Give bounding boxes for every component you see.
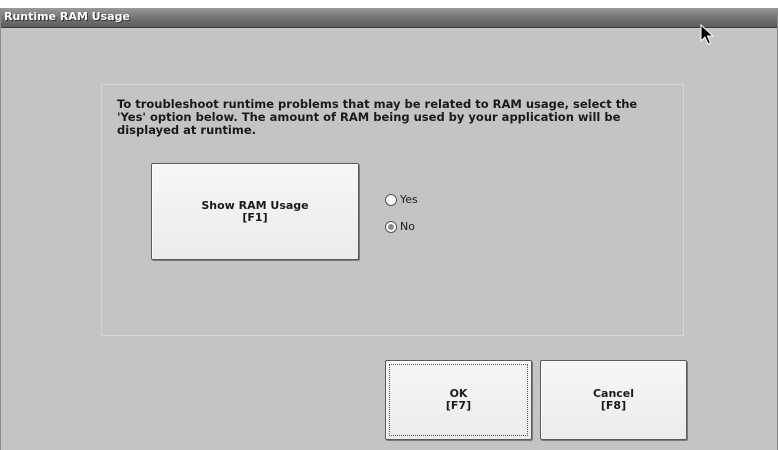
show-ram-usage-button[interactable]: Show RAM Usage [F1]	[151, 163, 359, 260]
radio-no-label: No	[400, 220, 415, 233]
title-bar: Runtime RAM Usage	[1, 8, 777, 28]
description-text: To troubleshoot runtime problems that ma…	[117, 97, 638, 137]
window-title: Runtime RAM Usage	[4, 10, 130, 23]
show-ram-usage-key: [F1]	[242, 210, 268, 224]
cancel-key: [F8]	[600, 399, 627, 412]
arrow-pointer-icon	[700, 24, 714, 45]
radio-no-circle-icon	[385, 220, 397, 233]
radio-yes-label: Yes	[400, 193, 418, 206]
cancel-button[interactable]: Cancel [F8]	[540, 360, 687, 440]
radio-no[interactable]: No	[385, 220, 415, 233]
show-ram-usage-label: Show RAM Usage	[201, 198, 309, 212]
ok-button[interactable]: OK [F7]	[385, 360, 532, 440]
ok-key: [F7]	[445, 399, 472, 412]
radio-yes[interactable]: Yes	[385, 193, 418, 206]
radio-yes-circle-icon	[385, 193, 397, 206]
